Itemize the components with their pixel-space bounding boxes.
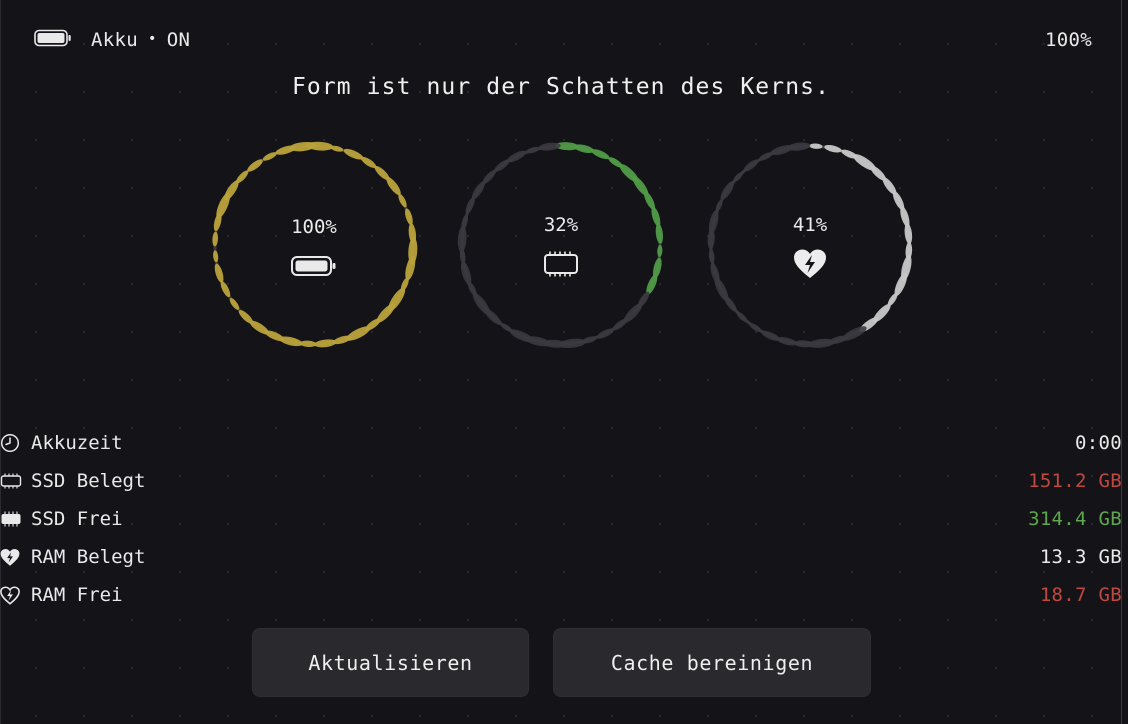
gauge-segment-empty (777, 337, 797, 346)
gauge-segment-empty (460, 261, 472, 285)
gauge-segment-empty (749, 323, 762, 332)
battery-gauge: 100% (199, 130, 429, 360)
gauge-segment-filled (238, 310, 254, 324)
stat-label: SSD Frei (31, 508, 123, 530)
stat-value: 13.3 GB (1039, 546, 1122, 568)
health-gauge-ring (707, 142, 913, 348)
clean-cache-button[interactable]: Cache bereinigen (553, 628, 871, 697)
gauge-segment-filled (213, 250, 219, 263)
gauge-segment-filled (314, 339, 337, 348)
battery-full-icon (290, 254, 338, 282)
clock-icon (0, 433, 22, 453)
gauge-segment-empty (736, 311, 748, 322)
gauge-segment-filled (247, 159, 263, 172)
gauge-segment-filled (220, 281, 231, 298)
gauge-segment-empty (733, 172, 743, 182)
gauge-segment-filled (824, 144, 842, 153)
gauge-segment-filled (214, 263, 224, 283)
heart-bolt-outline-icon (0, 585, 22, 605)
stat-label: Akkuzeit (31, 432, 123, 454)
health-gauge-value: 41% (792, 214, 828, 236)
refresh-button[interactable]: Aktualisieren (252, 628, 529, 697)
stat-label: RAM Belegt (31, 546, 146, 568)
battery-full-icon (34, 29, 72, 52)
gauge-segment-filled (386, 176, 401, 196)
power-status: Akku • ON (34, 29, 190, 52)
health-gauge: 41% (695, 130, 925, 360)
stats-list: Akkuzeit 0:00 SSD Belegt 151.2 GB SSD Fr… (0, 424, 1122, 614)
power-label: Akku (91, 29, 138, 51)
action-bar: Aktualisieren Cache bereinigen (0, 628, 1128, 697)
heart-bolt-icon (793, 248, 827, 284)
stat-row-akkuzeit: Akkuzeit 0:00 (0, 424, 1122, 462)
stat-value: 314.4 GB (1028, 508, 1122, 530)
scrollbar-track[interactable] (1121, 0, 1122, 724)
gauge-segment-empty (509, 329, 534, 343)
gauge-segment-empty (743, 159, 759, 172)
gauge-segment-empty (538, 142, 561, 151)
stat-row-ram-belegt: RAM Belegt 13.3 GB (0, 538, 1122, 576)
gauge-segment-filled (235, 170, 249, 184)
chip-icon (542, 250, 580, 282)
stat-value: 0:00 (1075, 432, 1122, 454)
battery-gauge-ring (212, 141, 418, 348)
stat-label: SSD Belegt (31, 470, 146, 492)
cpu-gauge: 32% (446, 130, 676, 360)
app-window: Akku • ON 100% Form ist nur der Schatten… (0, 0, 1128, 724)
stat-row-ssd-belegt: SSD Belegt 151.2 GB (0, 462, 1122, 500)
gauge-segment-filled (657, 244, 663, 258)
status-separator: • (147, 31, 157, 47)
gauge-segment-empty (720, 181, 735, 200)
cpu-gauge-ring (457, 142, 664, 349)
stat-value: 18.7 GB (1039, 584, 1122, 606)
battery-gauge-value: 100% (291, 216, 337, 238)
gauge-segment-filled (229, 298, 240, 310)
battery-percent: 100% (1045, 29, 1092, 51)
gauge-segment-filled (809, 143, 823, 149)
stat-row-ssd-frei: SSD Frei 314.4 GB (0, 500, 1122, 538)
stat-label: RAM Frei (31, 584, 123, 606)
stat-row-ram-frei: RAM Frei 18.7 GB (0, 576, 1122, 614)
gauge-segment-empty (596, 328, 614, 339)
gauge-row: 100% 32% 41% (0, 130, 1128, 360)
status-bar: Akku • ON 100% (34, 26, 1092, 54)
gauge-segment-filled (343, 148, 364, 160)
heart-bolt-filled-icon (0, 548, 22, 567)
cpu-gauge-value: 32% (543, 214, 579, 236)
chip-outline-icon (0, 473, 22, 489)
gauge-segment-empty (507, 150, 527, 163)
window-edge-left (0, 0, 1, 724)
gauge-segment-empty (708, 249, 715, 264)
page-title: Form ist nur der Schatten des Kerns. (291, 74, 831, 100)
stat-value: 151.2 GB (1028, 470, 1122, 492)
power-state: ON (166, 29, 191, 51)
chip-filled-icon (0, 511, 22, 527)
